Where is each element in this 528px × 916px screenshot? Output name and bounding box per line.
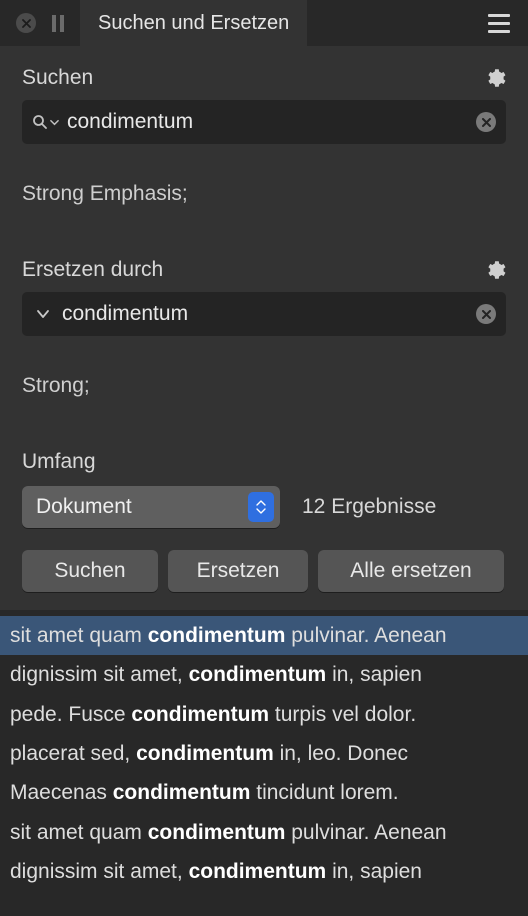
replace-clear-button[interactable]: [476, 304, 496, 324]
search-input-row: condimentum: [22, 100, 506, 144]
scope-selected: Dokument: [36, 495, 132, 519]
search-format: Strong Emphasis;: [22, 182, 506, 206]
result-match: condimentum: [131, 703, 269, 726]
result-row[interactable]: dignissim sit amet, condimentum in, sapi…: [0, 655, 528, 694]
result-match: condimentum: [148, 821, 286, 844]
button-row: Suchen Ersetzen Alle ersetzen: [22, 550, 506, 592]
search-settings-button[interactable]: [484, 67, 506, 89]
search-icon[interactable]: [32, 114, 59, 130]
scope-label: Umfang: [22, 450, 506, 474]
result-row[interactable]: sit amet quam condimentum pulvinar. Aene…: [0, 616, 528, 655]
replace-dropdown-button[interactable]: [32, 309, 54, 319]
titlebar: Suchen und Ersetzen: [0, 0, 528, 46]
search-button[interactable]: Suchen: [22, 550, 158, 592]
select-arrows-icon: [248, 492, 274, 522]
tab-label: Suchen und Ersetzen: [98, 12, 289, 35]
results-count: 12 Ergebnisse: [302, 495, 436, 519]
result-match: condimentum: [189, 860, 327, 883]
result-row[interactable]: dignissim sit amet, condimentum in, sapi…: [0, 852, 528, 891]
tab-find-replace[interactable]: Suchen und Ersetzen: [80, 0, 307, 46]
scope-select[interactable]: Dokument: [22, 486, 280, 528]
result-row[interactable]: sit amet quam condimentum pulvinar. Aene…: [0, 813, 528, 852]
search-header: Suchen: [22, 66, 506, 90]
pause-icon: [52, 15, 64, 32]
result-row[interactable]: placerat sed, condimentum in, leo. Donec: [0, 734, 528, 773]
result-match: condimentum: [148, 624, 286, 647]
close-button[interactable]: [16, 13, 36, 33]
replace-label: Ersetzen durch: [22, 258, 163, 282]
search-label: Suchen: [22, 66, 93, 90]
replace-button[interactable]: Ersetzen: [168, 550, 308, 592]
search-input[interactable]: condimentum: [67, 110, 476, 134]
result-row[interactable]: pede. Fusce condimentum turpis vel dolor…: [0, 695, 528, 734]
results-list: sit amet quam condimentum pulvinar. Aene…: [0, 610, 528, 891]
replace-settings-button[interactable]: [484, 259, 506, 281]
find-replace-panel: Suchen condimentum Strong Emphasis; Erse…: [0, 46, 528, 610]
result-row[interactable]: Maecenas condimentum tincidunt lorem.: [0, 773, 528, 812]
result-match: condimentum: [136, 742, 274, 765]
search-clear-button[interactable]: [476, 112, 496, 132]
replace-format: Strong;: [22, 374, 506, 398]
replace-all-button[interactable]: Alle ersetzen: [318, 550, 504, 592]
result-match: condimentum: [189, 663, 327, 686]
result-match: condimentum: [113, 781, 251, 804]
scope-row: Dokument 12 Ergebnisse: [22, 486, 506, 528]
menu-button[interactable]: [488, 14, 510, 33]
replace-input-row: condimentum: [22, 292, 506, 336]
replace-header: Ersetzen durch: [22, 258, 506, 282]
replace-input[interactable]: condimentum: [62, 302, 476, 326]
